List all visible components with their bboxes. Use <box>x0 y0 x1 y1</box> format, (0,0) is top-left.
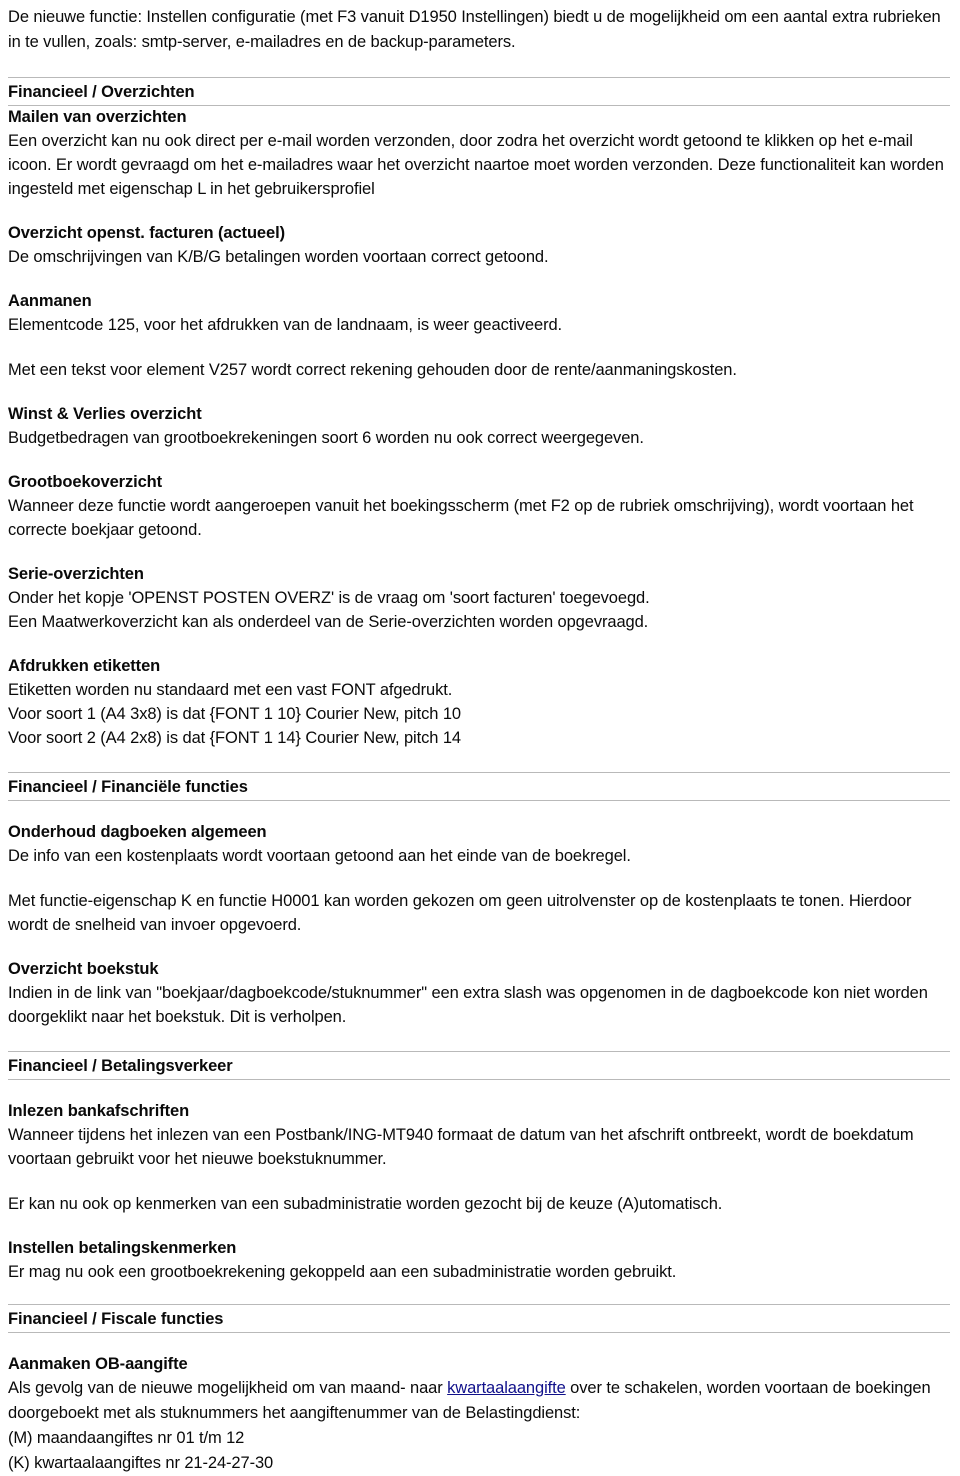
block-heading: Aanmanen <box>8 292 92 310</box>
section-band-betalingsverkeer: Financieel / Betalingsverkeer <box>8 1051 950 1080</box>
block-heading: Mailen van overzichten <box>8 108 187 126</box>
block-paragraph: Elementcode 125, voor het afdrukken van … <box>8 316 563 334</box>
section-title: Financieel / Betalingsverkeer <box>8 1057 233 1075</box>
block-paragraph: Als gevolg van de nieuwe mogelijkheid om… <box>8 1376 950 1426</box>
block-extra-line-1: (M) maandaangiftes nr 01 t/m 12 <box>8 1429 245 1447</box>
block-heading: Overzicht boekstuk <box>8 960 159 978</box>
block-kenmerken-subadministratie: Er kan nu ook op kenmerken van een subad… <box>8 1192 950 1216</box>
block-paragraph: Indien in de link van "boekjaar/dagboekc… <box>8 984 928 1026</box>
block-aanmanen: Aanmanen Elementcode 125, voor het afdru… <box>8 290 950 337</box>
block-paragraph: Er kan nu ook op kenmerken van een subad… <box>8 1195 723 1213</box>
block-heading: Afdrukken etiketten <box>8 657 161 675</box>
block-paragraph: Wanneer deze functie wordt aangeroepen v… <box>8 497 914 539</box>
block-element-v257: Met een tekst voor element V257 wordt co… <box>8 358 950 382</box>
block-grootboekoverzicht: Grootboekoverzicht Wanneer deze functie … <box>8 471 950 542</box>
block-extra-line-2: (K) kwartaalaangiftes nr 21-24-27-30 <box>8 1454 274 1472</box>
block-heading: Instellen betalingskenmerken <box>8 1239 237 1257</box>
block-paragraph: Etiketten worden nu standaard met een va… <box>8 681 461 747</box>
section-title: Financieel / Fiscale functies <box>8 1310 224 1328</box>
block-serie-overzichten: Serie-overzichten Onder het kopje 'OPENS… <box>8 563 950 634</box>
kwartaalaangifte-link[interactable]: kwartaalaangifte <box>447 1379 566 1397</box>
block-paragraph: Wanneer tijdens het inlezen van een Post… <box>8 1126 914 1168</box>
document-page: De nieuwe functie: Instellen configurati… <box>0 0 960 1476</box>
block-paragraph: Met functie-eigenschap K en functie H000… <box>8 892 912 934</box>
block-heading: Inlezen bankafschriften <box>8 1102 190 1120</box>
section-title: Financieel / Financiële functies <box>8 778 248 796</box>
block-heading: Grootboekoverzicht <box>8 473 163 491</box>
block-inlezen-bankafschriften: Inlezen bankafschriften Wanneer tijdens … <box>8 1100 950 1171</box>
block-paragraph: De omschrijvingen van K/B/G betalingen w… <box>8 248 549 266</box>
paragraph-text-before-link: Als gevolg van de nieuwe mogelijkheid om… <box>8 1379 448 1397</box>
section-band-financiele-functies: Financieel / Financiële functies <box>8 772 950 801</box>
block-heading: Overzicht openst. facturen (actueel) <box>8 224 285 242</box>
block-heading: Winst & Verlies overzicht <box>8 405 202 423</box>
section-band-fiscale-functies: Financieel / Fiscale functies <box>8 1304 950 1333</box>
block-aanmaken-ob-aangifte: Aanmaken OB-aangifte Als gevolg van de n… <box>8 1353 950 1476</box>
block-overzicht-boekstuk: Overzicht boekstuk Indien in de link van… <box>8 958 950 1029</box>
block-mailen-van-overzichten: Mailen van overzichten Een overzicht kan… <box>8 106 950 201</box>
block-paragraph: Er mag nu ook een grootboekrekening geko… <box>8 1263 677 1281</box>
block-functie-eigenschap-k: Met functie-eigenschap K en functie H000… <box>8 889 950 937</box>
section-title: Financieel / Overzichten <box>8 83 195 101</box>
block-heading: Onderhoud dagboeken algemeen <box>8 823 267 841</box>
block-paragraph: Met een tekst voor element V257 wordt co… <box>8 361 737 379</box>
block-winst-verlies-overzicht: Winst & Verlies overzicht Budgetbedragen… <box>8 403 950 450</box>
block-afdrukken-etiketten: Afdrukken etiketten Etiketten worden nu … <box>8 655 950 750</box>
block-heading: Serie-overzichten <box>8 565 144 583</box>
block-onderhoud-dagboeken-algemeen: Onderhoud dagboeken algemeen De info van… <box>8 821 950 868</box>
block-paragraph: Budgetbedragen van grootboekrekeningen s… <box>8 429 644 447</box>
block-paragraph: De info van een kostenplaats wordt voort… <box>8 847 631 865</box>
block-instellen-betalingskenmerken: Instellen betalingskenmerken Er mag nu o… <box>8 1237 950 1284</box>
block-overzicht-openstaande-facturen: Overzicht openst. facturen (actueel) De … <box>8 222 950 269</box>
section-band-overzichten: Financieel / Overzichten <box>8 77 950 106</box>
intro-paragraph: De nieuwe functie: Instellen configurati… <box>8 8 941 51</box>
block-paragraph: Een overzicht kan nu ook direct per e-ma… <box>8 132 944 198</box>
block-paragraph: Onder het kopje 'OPENST POSTEN OVERZ' is… <box>8 589 650 631</box>
block-heading: Aanmaken OB-aangifte <box>8 1355 188 1373</box>
